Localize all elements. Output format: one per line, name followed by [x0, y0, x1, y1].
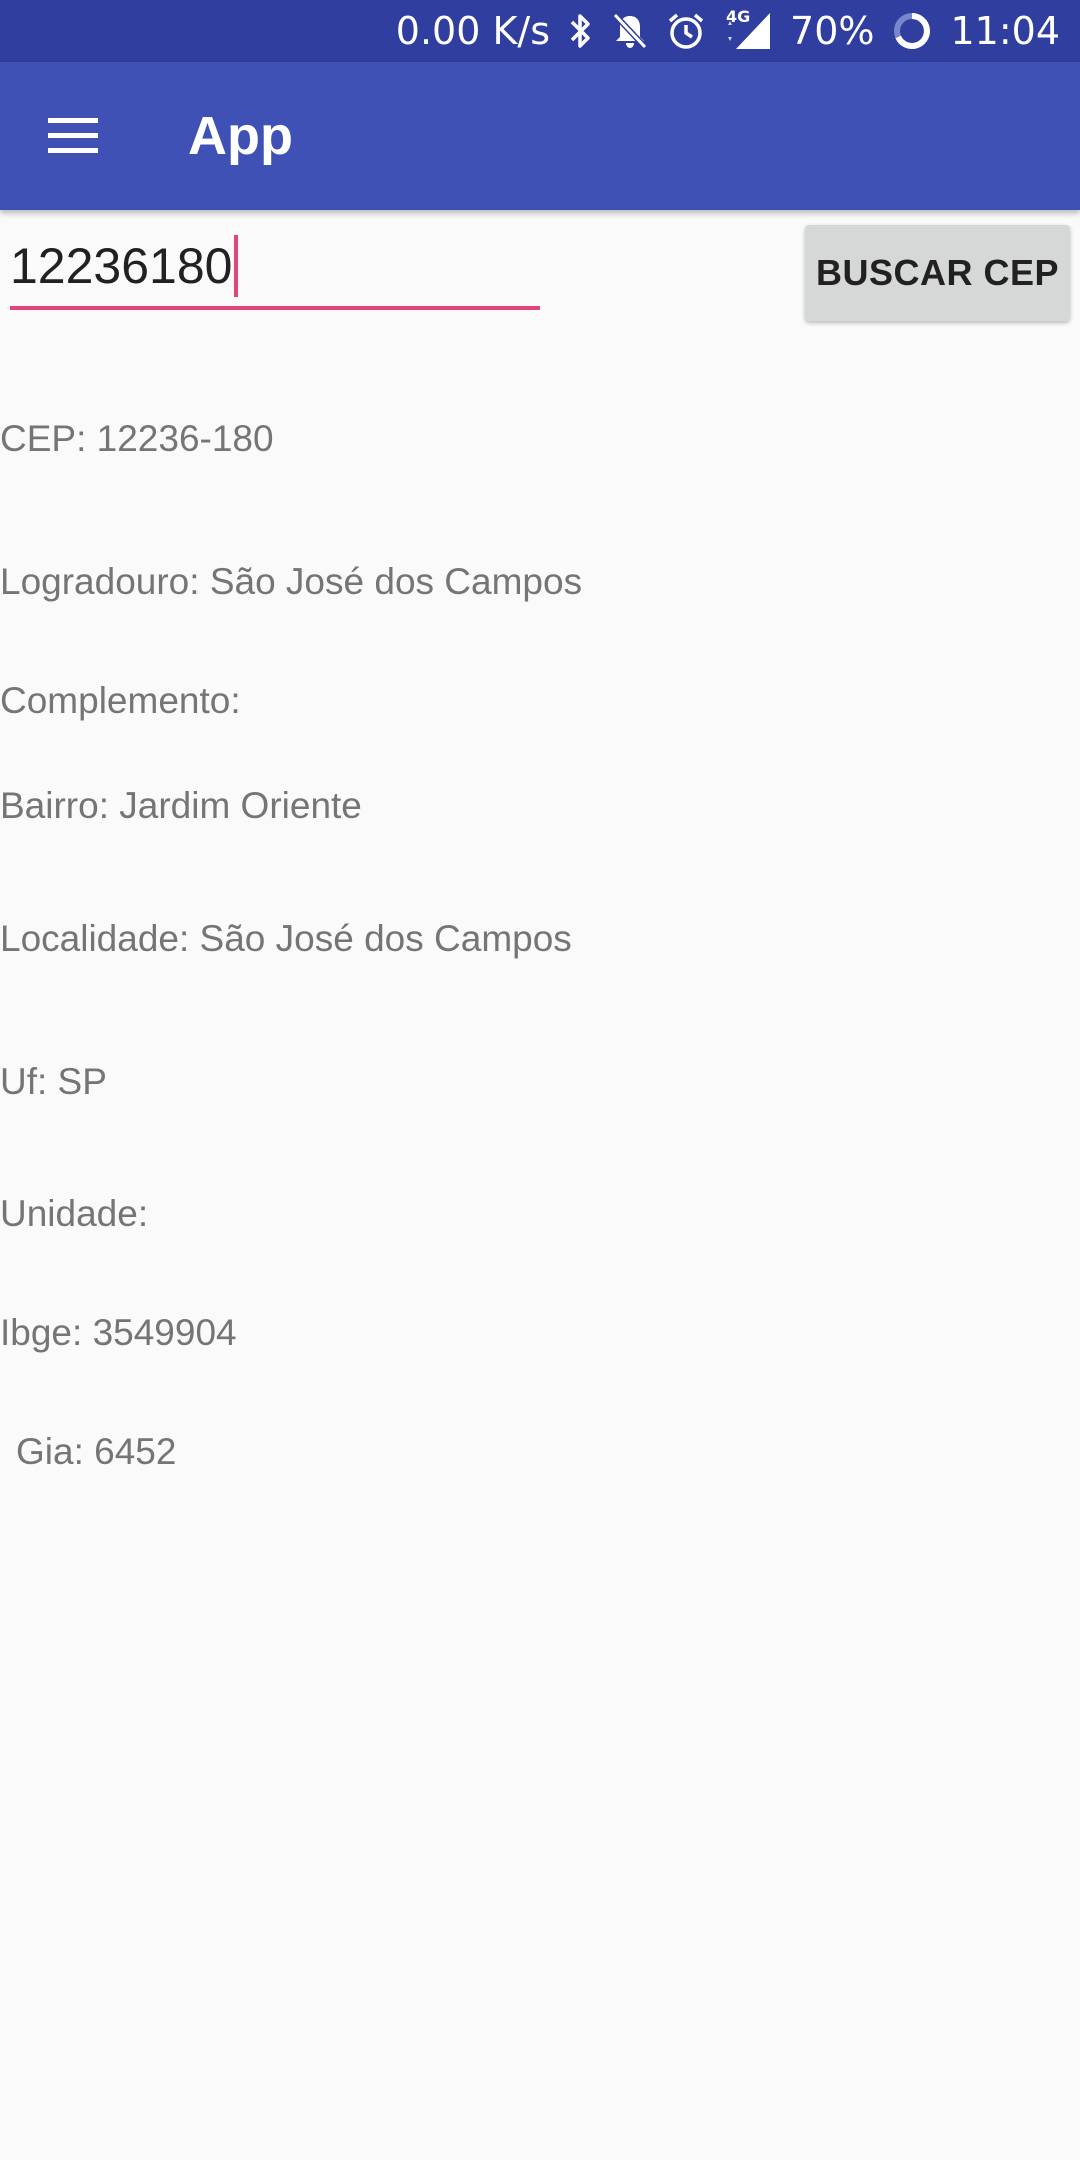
- net-speed: 0.00 K/s: [395, 9, 551, 53]
- battery-icon: [892, 11, 932, 51]
- gia-text: Gia: 6452: [16, 1431, 177, 1472]
- uf-text: Uf: SP: [0, 1061, 107, 1102]
- cep-text: CEP: 12236-180: [0, 418, 274, 459]
- bairro-text: Bairro: Jardim Oriente: [0, 785, 362, 826]
- signal-icon: 4G: [724, 7, 772, 51]
- bluetooth-icon: [568, 12, 594, 50]
- unidade-text: Unidade:: [0, 1193, 149, 1234]
- network-type: 4G: [726, 7, 751, 26]
- status-bar: 0.00 K/s 4G 70% 11:04: [0, 0, 1080, 62]
- search-cep-button[interactable]: BUSCAR CEP: [805, 225, 1070, 321]
- ibge-text: Ibge: 3549904: [0, 1312, 237, 1353]
- battery-level: 70%: [790, 9, 875, 53]
- app-title: App: [188, 106, 293, 166]
- complemento-text: Complemento:: [0, 680, 241, 721]
- clock: 11:04: [950, 9, 1060, 53]
- alarm-icon: [666, 11, 706, 51]
- notifications-off-icon: [612, 12, 648, 50]
- logradouro-text: Logradouro: São José dos Campos: [0, 561, 583, 602]
- text-cursor: [234, 235, 239, 297]
- cep-input[interactable]: 12236180: [10, 226, 540, 310]
- menu-icon[interactable]: [48, 118, 98, 154]
- cep-input-value: 12236180: [10, 238, 233, 294]
- localidade-text: Localidade: São José dos Campos: [0, 918, 572, 959]
- app-bar: App: [0, 62, 1080, 210]
